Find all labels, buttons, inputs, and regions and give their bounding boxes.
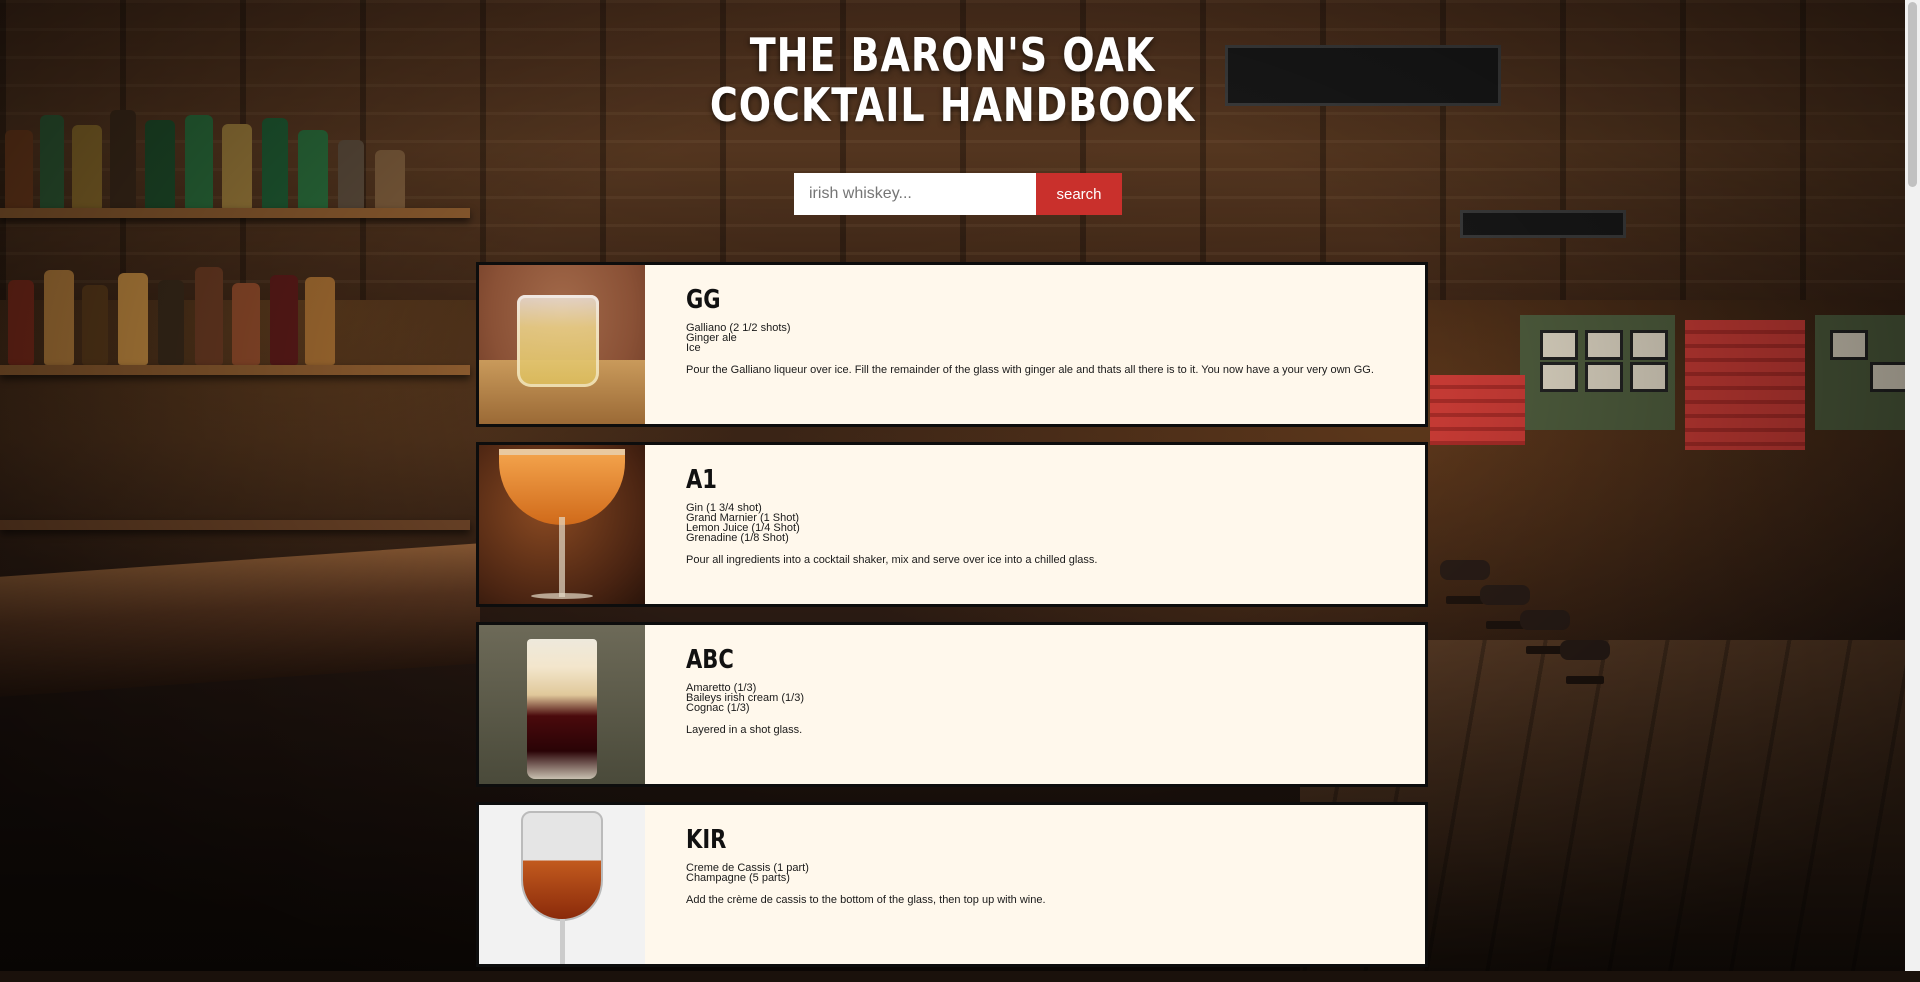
page-header: THE BARON'S OAK COCKTAIL HANDBOOK [0,30,1905,130]
page-scrollbar[interactable] [1905,0,1920,971]
ingredient: Grenadine (1/8 Shot) [686,532,789,544]
search-form: search [794,173,1122,215]
cocktail-card-kir: KIR Creme de Cassis (1 part) Champagne (… [476,802,1428,967]
ingredient: Creme de Cassis (1 part) [686,862,809,874]
title-line-1: THE BARON'S OAK [749,28,1156,82]
ingredient: Ice [686,342,701,354]
cocktail-name: ABC [686,645,734,675]
martini-glass-icon [479,445,645,604]
ingredient: Baileys irish cream (1/3) [686,692,804,704]
ingredient-list: Amaretto (1/3) Baileys irish cream (1/3)… [686,683,1405,714]
whiskey-tumbler-icon [479,265,645,424]
ingredient-list: Gin (1 3/4 shot) Grand Marnier (1 Shot) … [686,503,1405,544]
cocktail-name: GG [686,285,721,315]
ingredient: Ginger ale [686,332,737,344]
cocktail-details: KIR Creme de Cassis (1 part) Champagne (… [686,823,1405,907]
ingredient: Galliano (2 1/2 shots) [686,322,791,334]
cocktail-method: Add the crème de cassis to the bottom of… [686,894,1046,906]
wine-glass-icon [479,805,645,964]
ingredient: Lemon Juice (1/4 Shot) [686,522,800,534]
scrollbar-thumb[interactable] [1908,2,1917,187]
page-title: THE BARON'S OAK COCKTAIL HANDBOOK [76,30,1829,130]
cocktail-method: Layered in a shot glass. [686,724,803,736]
cocktail-card-gg: GG Galliano (2 1/2 shots) Ginger ale Ice… [476,262,1428,427]
ingredient-list: Galliano (2 1/2 shots) Ginger ale Ice [686,322,1405,354]
cocktail-details: ABC Amaretto (1/3) Baileys irish cream (… [686,643,1405,737]
cocktail-card-abc: ABC Amaretto (1/3) Baileys irish cream (… [476,622,1428,787]
cocktail-name: A1 [686,465,717,495]
cocktail-details: GG Galliano (2 1/2 shots) Ginger ale Ice… [686,283,1405,377]
search-input[interactable] [794,173,1036,215]
search-button[interactable]: search [1036,173,1122,215]
cocktail-card-a1: A1 Gin (1 3/4 shot) Grand Marnier (1 Sho… [476,442,1428,607]
layered-shot-icon [479,625,645,784]
ingredient: Cognac (1/3) [686,702,750,714]
cocktail-list: GG Galliano (2 1/2 shots) Ginger ale Ice… [476,262,1428,982]
title-line-2: COCKTAIL HANDBOOK [709,78,1196,132]
cocktail-method: Pour the Galliano liqueur over ice. Fill… [686,364,1374,376]
ingredient-list: Creme de Cassis (1 part) Champagne (5 pa… [686,862,1405,884]
cocktail-name: KIR [686,825,727,855]
cocktail-method: Pour all ingredients into a cocktail sha… [686,554,1098,566]
cocktail-details: A1 Gin (1 3/4 shot) Grand Marnier (1 Sho… [686,463,1405,567]
ingredient: Champagne (5 parts) [686,872,790,884]
